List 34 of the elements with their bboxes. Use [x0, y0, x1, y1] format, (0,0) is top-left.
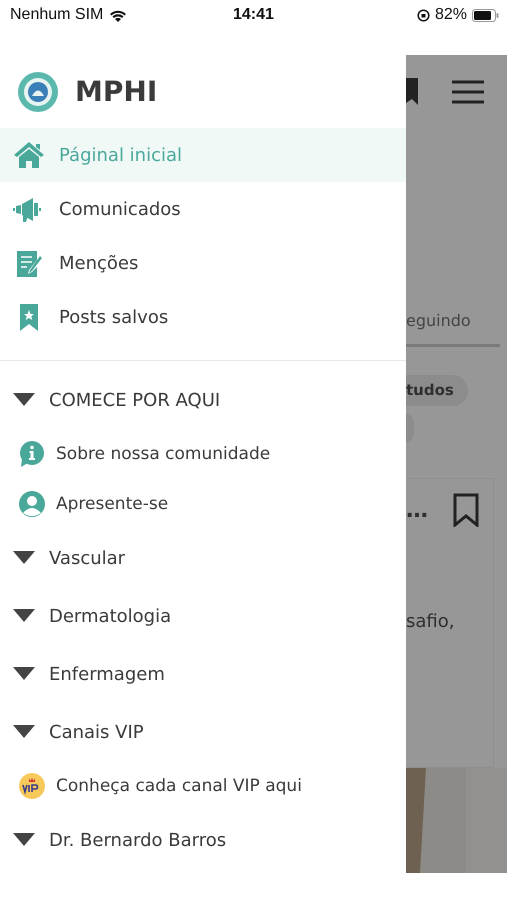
nav-item[interactable]: Posts salvos	[0, 290, 406, 344]
clock-time: 14:41	[233, 6, 274, 24]
channel-item[interactable]: Conheça cada canal VIP aqui	[0, 761, 406, 811]
logo-icon	[17, 70, 59, 112]
section-header[interactable]: Canais VIP	[0, 703, 406, 761]
post-title: …	[406, 498, 428, 522]
section-title: Dr. Bernardo Barros	[49, 830, 226, 850]
bookmark-icon[interactable]	[453, 493, 479, 527]
vip-badge-icon	[18, 772, 46, 800]
section-title: Canais VIP	[49, 722, 144, 742]
battery-icon	[472, 8, 499, 22]
info-bubble-icon	[18, 440, 46, 468]
section-header[interactable]: Vascular	[0, 529, 406, 587]
menu-icon[interactable]	[452, 80, 484, 104]
section-title: Enfermagem	[49, 664, 165, 684]
channel-item[interactable]: Apresente-se	[0, 479, 406, 529]
home-icon	[13, 140, 45, 170]
rotation-lock-icon	[416, 8, 430, 22]
post-text: safio,	[406, 611, 456, 632]
section-header[interactable]: Enfermagem	[0, 645, 406, 703]
battery-percent: 82%	[434, 6, 467, 24]
brand-name: MPHI	[75, 75, 158, 108]
section-header[interactable]: COMECE POR AQUI	[0, 371, 406, 429]
nav-item[interactable]: Comunicados	[0, 182, 406, 236]
person-icon	[18, 490, 46, 518]
section-header[interactable]: Dermatologia	[0, 587, 406, 645]
carrier-name: Nenhum SIM	[10, 6, 104, 24]
section-header[interactable]: Dr. Bernardo Barros	[0, 811, 406, 869]
section-title: COMECE POR AQUI	[49, 390, 220, 410]
section-title: Vascular	[49, 548, 126, 568]
filter-chip[interactable]: tudos	[406, 375, 468, 406]
nav-item[interactable]: Menções	[0, 236, 406, 290]
section-title: Dermatologia	[49, 606, 172, 626]
channel-item[interactable]: Sobre nossa comunidade	[0, 429, 406, 479]
